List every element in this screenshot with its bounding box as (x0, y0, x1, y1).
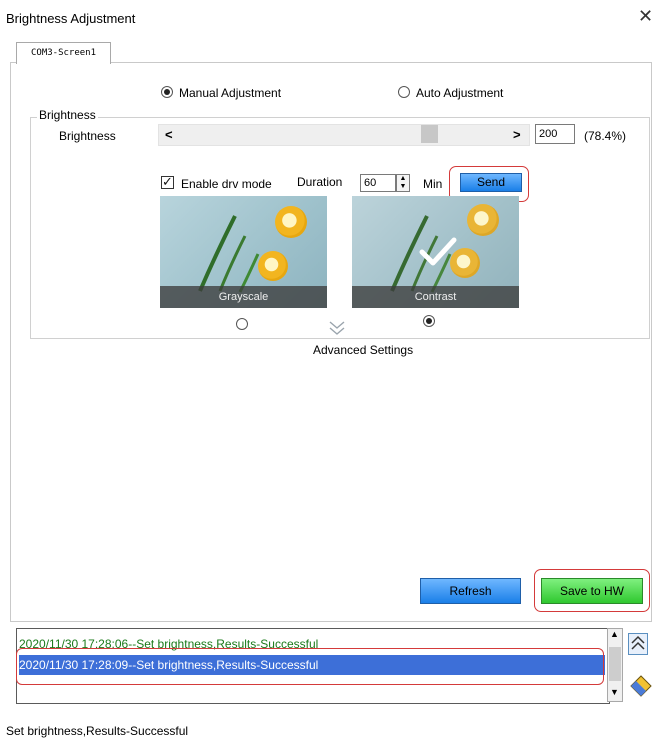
double-chevron-up-icon[interactable] (628, 633, 648, 655)
brightness-group (30, 117, 650, 339)
auto-adjustment-label: Auto Adjustment (416, 86, 504, 100)
save-to-hw-button[interactable]: Save to HW (541, 578, 643, 604)
advanced-settings-link[interactable]: Advanced Settings (313, 343, 413, 357)
brightness-slider-thumb[interactable] (421, 125, 438, 143)
enable-drv-mode-checkbox[interactable] (161, 174, 174, 190)
checkmark-icon (419, 237, 457, 266)
scroll-up-icon[interactable]: ▲ (610, 629, 619, 639)
send-button[interactable]: Send (460, 173, 522, 192)
brightness-value-input[interactable]: 200 (535, 124, 575, 144)
preset-grayscale-caption: Grayscale (160, 286, 327, 308)
duration-spinner[interactable]: ▲ ▼ (396, 174, 410, 192)
refresh-button[interactable]: Refresh (420, 578, 521, 604)
duration-label: Duration (297, 175, 343, 189)
close-icon[interactable]: ✕ (638, 6, 653, 27)
preset-grayscale-radio[interactable] (236, 318, 248, 330)
brightness-percent: (78.4%) (584, 129, 627, 143)
enable-drv-mode-label: Enable drv mode (181, 177, 272, 191)
spin-up-icon[interactable]: ▲ (397, 175, 409, 183)
preset-contrast-image[interactable]: Contrast (352, 196, 519, 308)
duration-input[interactable]: 60 (360, 174, 396, 192)
slider-decrease-arrow[interactable]: < (165, 127, 173, 142)
lemon-slice-icon (258, 251, 288, 281)
manual-adjustment-radio[interactable] (161, 86, 173, 98)
manual-adjustment-label: Manual Adjustment (179, 86, 282, 100)
auto-adjustment-radio[interactable] (398, 86, 410, 98)
spin-down-icon[interactable]: ▼ (397, 183, 409, 191)
brightness-row-label: Brightness (59, 129, 116, 143)
slider-increase-arrow[interactable]: > (513, 127, 521, 142)
double-chevron-down-icon[interactable] (327, 320, 347, 336)
brightness-slider[interactable] (158, 124, 530, 146)
log-highlight-box (16, 648, 604, 685)
log-scrollbar[interactable]: ▲ ▼ (607, 628, 623, 702)
lemon-slice-icon (467, 204, 499, 236)
lemon-slice-icon (275, 206, 307, 238)
preset-contrast-radio[interactable] (423, 315, 435, 327)
scroll-thumb[interactable] (609, 647, 621, 681)
scroll-down-icon[interactable]: ▼ (610, 687, 619, 697)
status-bar-text: Set brightness,Results-Successful (6, 724, 189, 738)
brightness-group-legend: Brightness (37, 108, 98, 122)
window-title: Brightness Adjustment (6, 11, 136, 26)
minutes-unit-label: Min (423, 177, 443, 191)
tab-com3-screen1[interactable]: COM3-Screen1 (16, 42, 111, 64)
preset-contrast-caption: Contrast (352, 286, 519, 308)
preset-grayscale-image[interactable]: Grayscale (160, 196, 327, 308)
eraser-icon[interactable] (628, 672, 654, 698)
